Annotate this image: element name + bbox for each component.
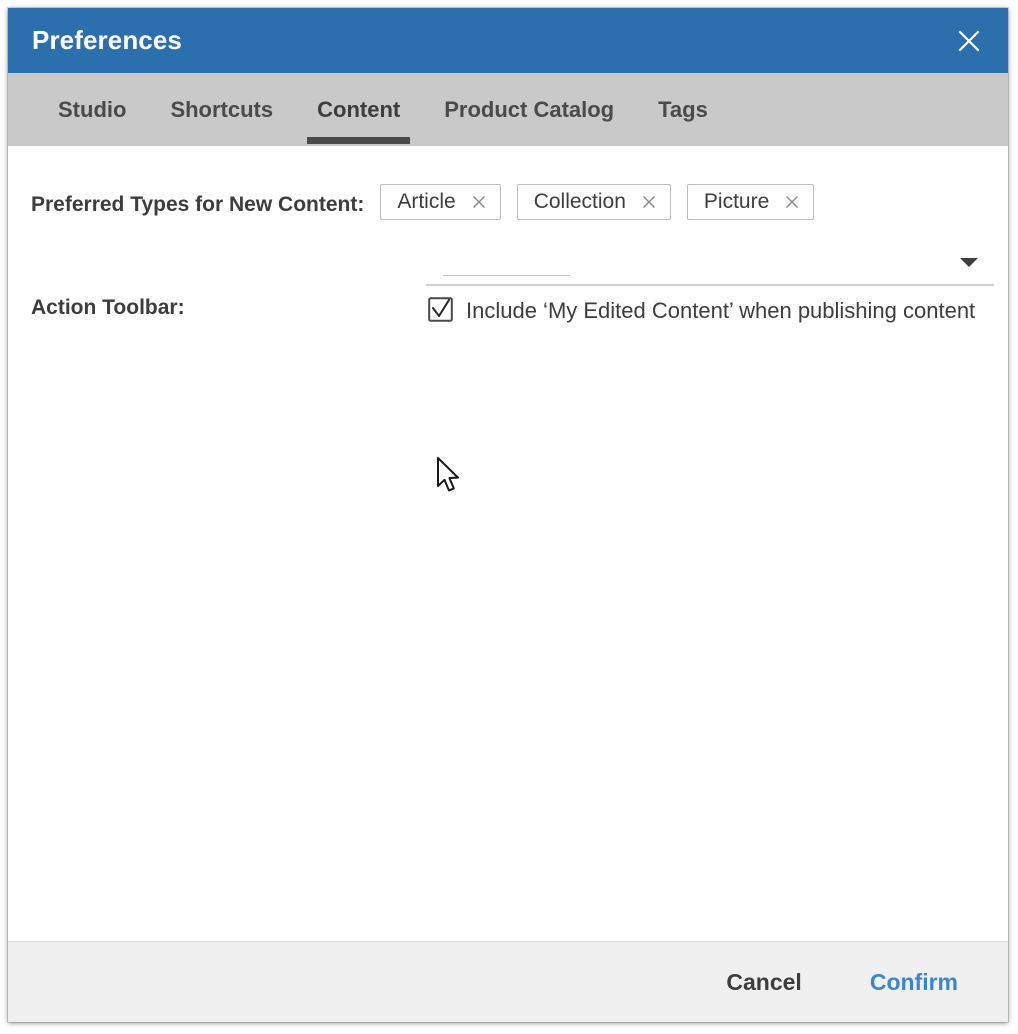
publish-content-checkbox-group: Include ‘My Edited Content’ when publish… <box>428 294 975 327</box>
chip-remove-icon[interactable] <box>640 193 658 211</box>
preferred-types-label: Preferred Types for New Content: <box>31 193 365 216</box>
tab-studio[interactable]: Studio <box>36 73 148 146</box>
tab-label: Shortcuts <box>170 96 274 122</box>
tab-product-catalog[interactable]: Product Catalog <box>422 73 636 146</box>
content-panel: Preferred Types for New Content: Article… <box>8 146 1008 941</box>
chip-remove-icon[interactable] <box>470 193 488 211</box>
preferred-types-chip-list: Article Collection Picture <box>380 184 815 220</box>
preferred-types-select[interactable] <box>426 244 994 286</box>
chevron-down-icon[interactable] <box>960 258 978 267</box>
checkbox-label[interactable]: Include ‘My Edited Content’ when publish… <box>466 294 975 327</box>
tab-content[interactable]: Content <box>295 73 422 146</box>
tab-tags[interactable]: Tags <box>636 73 730 146</box>
chip-label: Article <box>397 190 456 213</box>
preferred-types-select-input[interactable] <box>443 275 570 276</box>
dialog-titlebar: Preferences <box>8 8 1008 73</box>
tab-label: Tags <box>658 96 708 122</box>
chip-remove-icon[interactable] <box>783 193 801 211</box>
chip-picture[interactable]: Picture <box>686 184 815 220</box>
cancel-button[interactable]: Cancel <box>708 959 819 1006</box>
chip-collection[interactable]: Collection <box>516 184 671 220</box>
confirm-button[interactable]: Confirm <box>852 959 976 1006</box>
tab-label: Content <box>317 96 401 122</box>
dialog-footer: Cancel Confirm <box>8 941 1008 1022</box>
close-icon[interactable] <box>952 24 986 58</box>
action-toolbar-label: Action Toolbar: <box>31 296 185 319</box>
tab-shortcuts[interactable]: Shortcuts <box>148 73 295 146</box>
action-toolbar-row: Action Toolbar: Include ‘My Edited Conte… <box>31 294 988 323</box>
chip-article[interactable]: Article <box>380 184 501 220</box>
preferences-dialog: Preferences Studio Shortcuts Content Pro… <box>8 8 1008 1022</box>
mouse-cursor <box>436 456 462 496</box>
checkbox-checked-icon[interactable] <box>428 297 453 322</box>
tab-label: Studio <box>58 96 127 122</box>
tab-bar: Studio Shortcuts Content Product Catalog… <box>8 73 1008 146</box>
tab-label: Product Catalog <box>444 96 615 122</box>
chip-label: Picture <box>703 190 770 213</box>
preferred-types-row: Preferred Types for New Content: Article… <box>31 184 988 220</box>
chip-label: Collection <box>533 190 626 213</box>
dialog-title: Preferences <box>32 25 182 55</box>
